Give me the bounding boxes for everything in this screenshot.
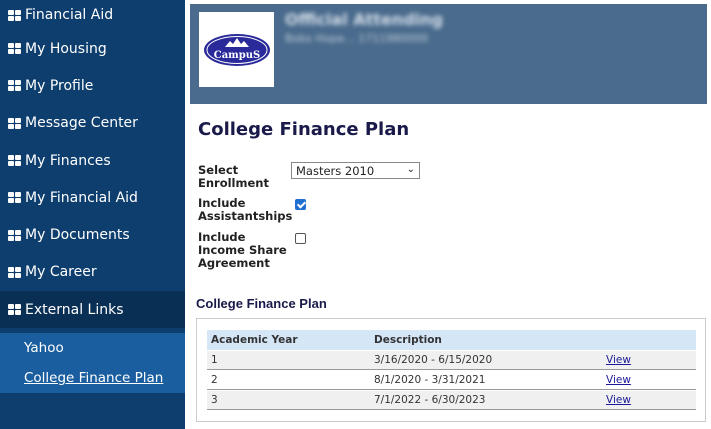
nav-my-profile[interactable]: My Profile [0, 67, 185, 104]
enrollment-label-line: Enrollment [198, 176, 269, 190]
enrollment-value: Masters 2010 [296, 163, 375, 178]
enrollment-select[interactable]: Masters 2010 ⌄ [291, 162, 420, 179]
grid-icon [8, 266, 21, 278]
nav-label: My Finances [25, 152, 111, 169]
nav-my-documents[interactable]: My Documents [0, 216, 185, 253]
table-row: 3 7/1/2022 - 6/30/2023 View [207, 391, 696, 410]
cell-year: 1 [211, 354, 218, 366]
subnav-yahoo[interactable]: Yahoo [0, 333, 185, 363]
isa-label-line: Agreement [198, 256, 270, 270]
view-link[interactable]: View [606, 374, 631, 386]
isa-checkbox[interactable] [295, 233, 306, 244]
plan-table: Academic Year Description 1 3/16/2020 - … [196, 318, 706, 422]
enrollment-label: Select Enrollment [198, 164, 269, 190]
svg-text:CampuS: CampuS [213, 50, 260, 61]
table-row: 1 3/16/2020 - 6/15/2020 View [207, 351, 696, 370]
nav-label: My Documents [25, 227, 130, 244]
view-link[interactable]: View [606, 394, 631, 406]
nav-my-career[interactable]: My Career [0, 254, 185, 291]
subnav-label: Yahoo [24, 340, 64, 356]
nav-my-housing[interactable]: My Housing [0, 30, 185, 67]
grid-icon [8, 117, 21, 129]
cell-description: 8/1/2020 - 3/31/2021 [374, 374, 486, 386]
nav-label: My Profile [25, 77, 94, 94]
grid-icon [8, 229, 21, 241]
nav-label: My Housing [25, 40, 107, 57]
view-link[interactable]: View [606, 354, 631, 366]
nav-label: My Career [25, 264, 97, 281]
plan-section-title: College Finance Plan [196, 296, 327, 311]
sidebar: Financial Aid My Housing My Profile Mess… [0, 0, 185, 429]
assistantships-label-line: Assistantships [198, 209, 293, 223]
isa-label: Include Income Share Agreement [198, 231, 287, 270]
campus-logo: CampuS [199, 12, 274, 87]
page-title: College Finance Plan [198, 119, 410, 140]
grid-icon [8, 192, 21, 204]
grid-icon [8, 80, 21, 92]
nav-external-links[interactable]: External Links [0, 291, 185, 329]
chevron-down-icon: ⌄ [406, 164, 415, 175]
subnav-college-finance-plan[interactable]: College Finance Plan [0, 363, 185, 393]
nav-my-finances[interactable]: My Finances [0, 142, 185, 179]
table-row: 2 8/1/2020 - 3/31/2021 View [207, 371, 696, 390]
assistantships-label: Include Assistantships [198, 197, 292, 223]
nav-my-financial-aid[interactable]: My Financial Aid [0, 179, 185, 216]
header-subtitle: Bobs Hope... 1711980000 [285, 32, 429, 45]
subnav-label: College Finance Plan [24, 370, 164, 386]
grid-icon [8, 9, 21, 21]
nav-financial-aid[interactable]: Financial Aid [0, 0, 185, 30]
grid-icon [8, 304, 21, 316]
cell-year: 3 [211, 394, 218, 406]
campus-logo-icon: CampuS [203, 33, 270, 66]
cell-description: 7/1/2022 - 6/30/2023 [374, 394, 486, 406]
nav-label: Financial Aid [25, 7, 114, 23]
nav-message-center[interactable]: Message Center [0, 105, 185, 142]
nav-label: My Financial Aid [25, 189, 138, 206]
nav-label: External Links [25, 301, 124, 318]
header-title: Official Attending [285, 10, 443, 29]
external-links-submenu: Yahoo College Finance Plan [0, 333, 185, 393]
cell-description: 3/16/2020 - 6/15/2020 [374, 354, 493, 366]
nav-label: Message Center [25, 115, 138, 132]
column-header-description: Description [374, 334, 442, 346]
grid-icon [8, 155, 21, 167]
assistantships-checkbox[interactable] [295, 199, 306, 210]
column-header-academic-year: Academic Year [211, 334, 298, 346]
profile-header: CampuS Official Attending Bobs Hope... 1… [190, 4, 707, 104]
table-header: Academic Year Description [207, 330, 696, 350]
cell-year: 2 [211, 374, 218, 386]
grid-icon [8, 43, 21, 55]
